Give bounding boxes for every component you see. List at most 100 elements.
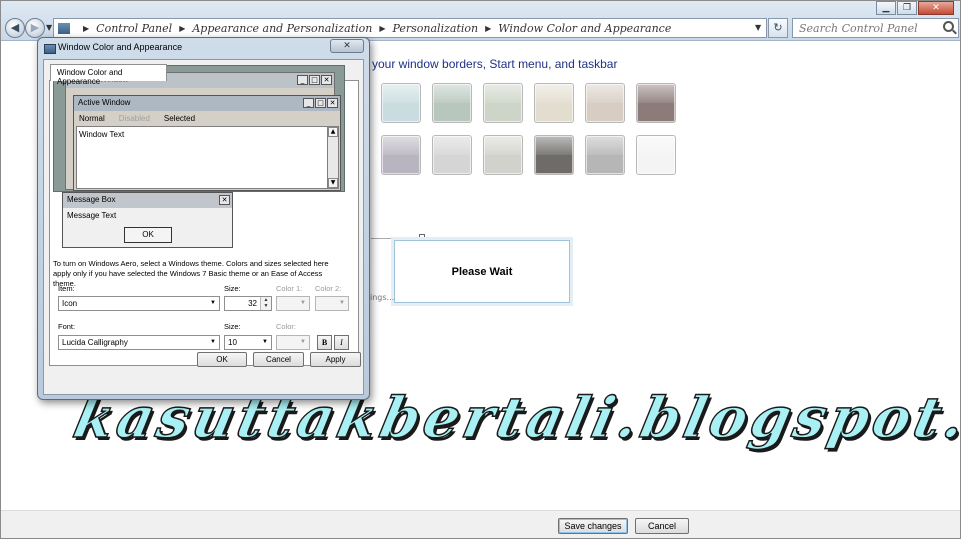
item-select-value: Icon bbox=[62, 299, 78, 308]
search-icon[interactable] bbox=[943, 21, 954, 32]
dialog-ok-button[interactable]: OK bbox=[197, 352, 247, 367]
font-size-label: Size: bbox=[224, 322, 241, 331]
menu-selected[interactable]: Selected bbox=[164, 114, 195, 123]
breadcrumb-personalization[interactable]: Personalization bbox=[392, 22, 478, 35]
close-icon: ✕ bbox=[219, 195, 230, 205]
color-swatch[interactable] bbox=[585, 135, 625, 175]
color-swatch[interactable] bbox=[636, 83, 676, 123]
message-text[interactable]: Message Text bbox=[63, 208, 232, 223]
color-swatch[interactable] bbox=[534, 83, 574, 123]
item-size-value: 32 bbox=[248, 299, 257, 308]
breadcrumb-appearance[interactable]: Appearance and Personalization bbox=[192, 22, 372, 35]
please-wait-dialog: Please Wait bbox=[394, 240, 570, 303]
refresh-button[interactable]: ↻ bbox=[768, 18, 788, 38]
close-button[interactable]: ✕ bbox=[918, 1, 954, 15]
window-text: Window Text bbox=[79, 130, 125, 139]
color-swatch[interactable] bbox=[432, 83, 472, 123]
breadcrumb-control-panel[interactable]: Control Panel bbox=[96, 22, 172, 35]
scroll-up-icon[interactable]: ▲ bbox=[328, 127, 338, 137]
color-swatch[interactable] bbox=[534, 135, 574, 175]
color-swatch[interactable] bbox=[381, 83, 421, 123]
search-input[interactable]: Search Control Panel bbox=[792, 18, 959, 38]
scroll-down-icon[interactable]: ▼ bbox=[328, 178, 338, 188]
dialog-apply-button[interactable]: Apply bbox=[310, 352, 361, 367]
preview-scrollbar[interactable]: ▲ ▼ bbox=[327, 126, 339, 189]
chevron-right-icon[interactable]: ▶ bbox=[485, 24, 491, 33]
item-size-stepper[interactable]: 32 ▲ ▼ bbox=[224, 296, 272, 311]
dialog-title: Window Color and Appearance bbox=[58, 42, 183, 52]
tab-window-color[interactable]: Window Color and Appearance bbox=[50, 64, 167, 86]
color2-picker[interactable]: ▼ bbox=[315, 296, 349, 311]
font-color-picker[interactable]: ▼ bbox=[276, 335, 310, 350]
font-size-select[interactable]: 10 ▼ bbox=[224, 335, 272, 350]
color1-label: Color 1: bbox=[276, 284, 303, 293]
color-swatch[interactable] bbox=[636, 135, 676, 175]
advanced-settings-link[interactable]: ings... bbox=[370, 293, 394, 302]
dialog-close-button[interactable]: ✕ bbox=[330, 39, 364, 53]
message-box-title[interactable]: Message Box ✕ bbox=[63, 193, 232, 208]
search-placeholder: Search Control Panel bbox=[799, 22, 918, 35]
window-text-area[interactable]: Window Text bbox=[76, 126, 328, 189]
inactive-window-buttons: _ □ ✕ bbox=[297, 75, 332, 85]
color-swatch[interactable] bbox=[483, 135, 523, 175]
font-select[interactable]: Lucida Calligraphy ▼ bbox=[58, 335, 220, 350]
minimize-button[interactable]: ▁ bbox=[876, 1, 896, 15]
font-color-label: Color: bbox=[276, 322, 297, 331]
title-address-bar: ▁ ❐ ✕ ◀ ▶ ▼ ▶ Control Panel ▶ Appearance… bbox=[1, 1, 960, 41]
color-swatch[interactable] bbox=[432, 135, 472, 175]
active-window-title-text: Active Window bbox=[78, 98, 131, 107]
control-panel-window: ▁ ❐ ✕ ◀ ▶ ▼ ▶ Control Panel ▶ Appearance… bbox=[0, 0, 961, 539]
color-swatch[interactable] bbox=[381, 135, 421, 175]
chevron-down-icon: ▼ bbox=[262, 339, 268, 345]
color-swatch[interactable] bbox=[483, 83, 523, 123]
color-swatch[interactable] bbox=[585, 83, 625, 123]
chevron-down-icon: ▼ bbox=[339, 300, 345, 306]
preview-menu-bar: Normal Disabled Selected bbox=[74, 111, 340, 126]
footer-bar: Save changes Cancel bbox=[1, 510, 960, 538]
preview-active-window[interactable]: Active Window _ □ ✕ Normal Disabled Sele… bbox=[73, 95, 341, 191]
maximize-icon: □ bbox=[309, 75, 320, 85]
address-bar[interactable]: ▶ Control Panel ▶ Appearance and Persona… bbox=[53, 18, 767, 38]
menu-normal[interactable]: Normal bbox=[79, 114, 105, 123]
italic-button[interactable]: I bbox=[334, 335, 349, 350]
chevron-right-icon[interactable]: ▶ bbox=[379, 24, 385, 33]
message-box-title-text: Message Box bbox=[67, 195, 116, 204]
message-ok-button[interactable]: OK bbox=[124, 227, 172, 243]
cancel-button[interactable]: Cancel bbox=[635, 518, 689, 534]
color1-picker[interactable]: ▼ bbox=[276, 296, 310, 311]
chevron-down-icon: ▼ bbox=[210, 339, 216, 345]
preview-message-box[interactable]: Message Box ✕ Message Text OK bbox=[62, 192, 233, 248]
minimize-icon: _ bbox=[303, 98, 314, 108]
page-heading: your window borders, Start menu, and tas… bbox=[372, 57, 618, 71]
maximize-button[interactable]: ❐ bbox=[897, 1, 917, 15]
message-box-buttons: ✕ bbox=[219, 195, 230, 205]
back-button[interactable]: ◀ bbox=[5, 18, 25, 38]
breadcrumb-window-color[interactable]: Window Color and Appearance bbox=[498, 22, 671, 35]
color-swatch-grid bbox=[381, 83, 676, 175]
save-changes-button[interactable]: Save changes bbox=[558, 518, 628, 534]
font-size-value: 10 bbox=[228, 338, 237, 347]
chevron-right-icon[interactable]: ▶ bbox=[83, 24, 89, 33]
menu-disabled[interactable]: Disabled bbox=[119, 114, 150, 123]
dialog-cancel-button[interactable]: Cancel bbox=[253, 352, 304, 367]
item-label: Item: bbox=[58, 284, 75, 293]
item-select[interactable]: Icon ▼ bbox=[58, 296, 220, 311]
active-window-title[interactable]: Active Window _ □ ✕ bbox=[74, 96, 340, 111]
minimize-icon: _ bbox=[297, 75, 308, 85]
active-window-buttons: _ □ ✕ bbox=[303, 98, 338, 108]
bold-button[interactable]: B bbox=[317, 335, 332, 350]
chevron-down-icon: ▼ bbox=[210, 300, 216, 306]
forward-button[interactable]: ▶ bbox=[25, 18, 45, 38]
close-icon: ✕ bbox=[327, 98, 338, 108]
spin-arrows-icon[interactable]: ▲ ▼ bbox=[260, 297, 271, 310]
maximize-icon: □ bbox=[315, 98, 326, 108]
divider bbox=[371, 238, 395, 239]
chevron-down-icon: ▼ bbox=[300, 300, 306, 306]
close-icon: ✕ bbox=[321, 75, 332, 85]
window-color-dialog: Window Color and Appearance ✕ Window Col… bbox=[37, 37, 370, 400]
color2-label: Color 2: bbox=[315, 284, 342, 293]
recent-pages-dropdown-icon[interactable]: ▼ bbox=[46, 23, 52, 32]
chevron-right-icon[interactable]: ▶ bbox=[179, 24, 185, 33]
caption-controls: ▁ ❐ ✕ bbox=[876, 1, 954, 15]
address-dropdown-icon[interactable]: ▼ bbox=[755, 23, 761, 32]
